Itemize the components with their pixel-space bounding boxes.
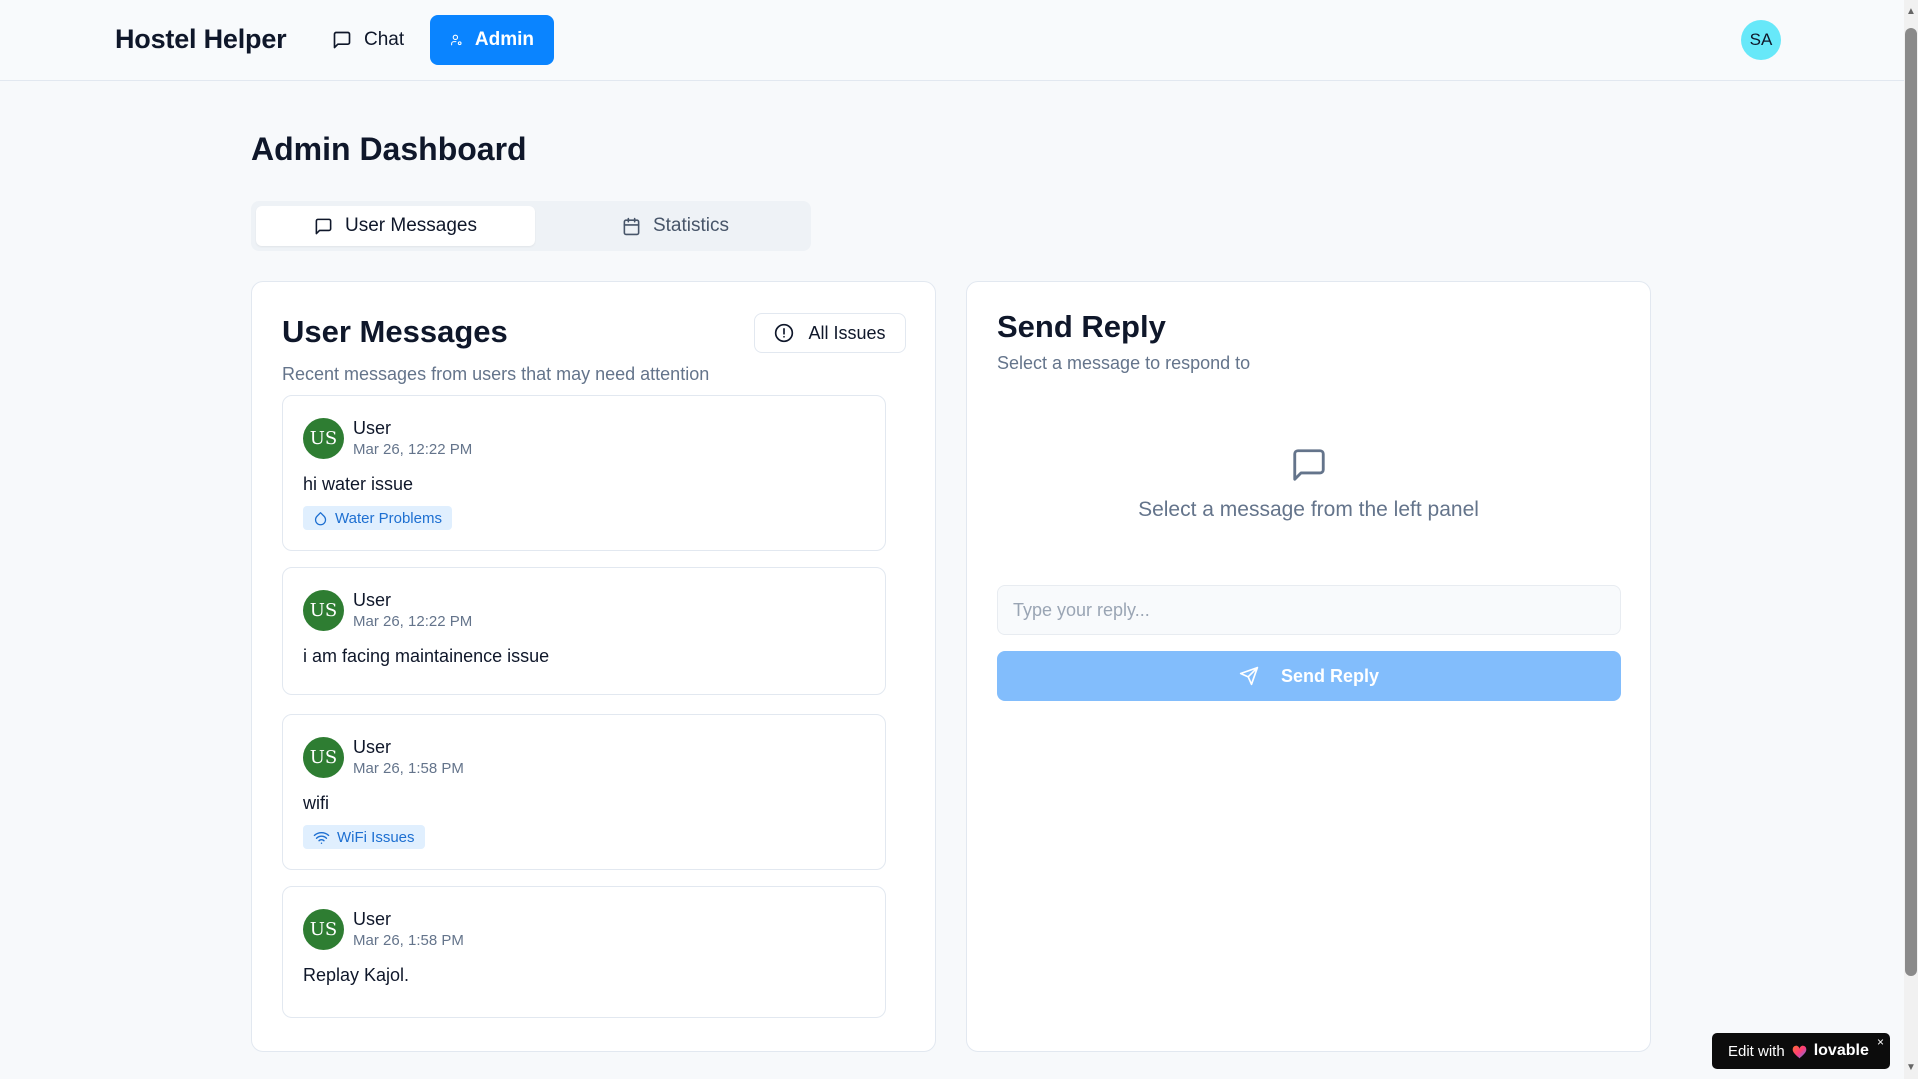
message-card[interactable]: US User Mar 26, 12:22 PM i am facing mai… <box>282 567 886 695</box>
message-text: i am facing maintainence issue <box>303 646 550 666</box>
message-time: Mar 26, 12:22 PM <box>353 613 473 630</box>
reply-input[interactable] <box>997 585 1621 635</box>
panel-title: User Messages <box>282 314 508 349</box>
avatar: US <box>303 590 344 631</box>
droplet-icon <box>314 511 327 525</box>
message-time: Mar 26, 1:58 PM <box>353 932 464 949</box>
message-card[interactable]: US User Mar 26, 1:58 PM wifi WiFi Issues <box>282 714 886 870</box>
issue-tag-label: Water Problems <box>335 509 442 527</box>
top-navigation-bar: Hostel Helper Chat Admin SA <box>0 0 1904 81</box>
message-text: hi water issue <box>303 474 414 494</box>
tab-statistics[interactable]: Statistics <box>536 206 815 246</box>
message-card[interactable]: US User Mar 26, 12:22 PM hi water issue … <box>282 395 886 551</box>
nav-admin-label: Admin <box>474 29 534 50</box>
scroll-down-arrow-icon[interactable]: ▼ <box>1904 1060 1918 1074</box>
badge-brand: lovable <box>1813 1042 1869 1059</box>
user-avatar[interactable]: SA <box>1741 20 1781 60</box>
panel-subtitle: Select a message to respond to <box>997 353 1251 373</box>
message-time: Mar 26, 12:22 PM <box>353 441 473 458</box>
message-user: User <box>353 737 392 757</box>
message-time: Mar 26, 1:58 PM <box>353 760 464 777</box>
send-reply-panel: Send Reply Select a message to respond t… <box>966 281 1651 1052</box>
nav-chat-button[interactable]: Chat <box>312 15 424 65</box>
dashboard-tabs: User Messages Statistics <box>251 201 811 251</box>
close-icon[interactable]: × <box>1877 1035 1884 1049</box>
calendar-icon <box>623 217 640 235</box>
empty-state-text: Select a message from the left panel <box>1138 498 1479 521</box>
send-icon <box>1239 666 1259 686</box>
edit-with-lovable-badge[interactable]: Edit with lovable × <box>1712 1033 1890 1069</box>
panel-subtitle: Recent messages from users that may need… <box>282 364 710 384</box>
message-card[interactable]: US User Mar 26, 1:58 PM Replay Kajol. <box>282 886 886 1018</box>
message-square-icon <box>315 218 332 234</box>
send-reply-button[interactable]: Send Reply <box>997 651 1621 701</box>
nav-chat-label: Chat <box>364 29 405 50</box>
tab-label: Statistics <box>652 215 730 236</box>
panel-title: Send Reply <box>997 309 1166 344</box>
nav-admin-button[interactable]: Admin <box>430 15 554 65</box>
heart-icon <box>1792 1045 1807 1058</box>
send-reply-label: Send Reply <box>1280 665 1380 686</box>
message-square-icon <box>333 31 351 49</box>
all-issues-filter-button[interactable]: All Issues <box>754 313 906 353</box>
wifi-icon <box>313 831 330 844</box>
message-user: User <box>353 418 392 438</box>
avatar: US <box>303 418 344 459</box>
scroll-up-arrow-icon[interactable]: ▲ <box>1904 4 1918 18</box>
filter-label: All Issues <box>808 322 886 343</box>
user-messages-panel: User Messages Recent messages from users… <box>251 281 936 1052</box>
message-square-icon <box>1293 449 1325 481</box>
issue-tag: WiFi Issues <box>303 825 425 849</box>
scrollbar-thumb[interactable] <box>1905 28 1917 976</box>
alert-circle-icon <box>775 323 794 343</box>
message-text: Replay Kajol. <box>303 965 410 985</box>
issue-tag: Water Problems <box>303 506 452 530</box>
tab-label: User Messages <box>345 215 477 236</box>
user-cog-icon <box>451 34 462 46</box>
avatar: US <box>303 909 344 950</box>
message-user: User <box>353 590 392 610</box>
app-brand[interactable]: Hostel Helper <box>115 24 287 55</box>
issue-tag-label: WiFi Issues <box>337 828 415 846</box>
page-title: Admin Dashboard <box>251 131 527 167</box>
tab-user-messages[interactable]: User Messages <box>256 206 535 246</box>
avatar: US <box>303 737 344 778</box>
message-text: wifi <box>303 793 329 813</box>
badge-prefix: Edit with <box>1728 1042 1785 1060</box>
message-user: User <box>353 909 392 929</box>
